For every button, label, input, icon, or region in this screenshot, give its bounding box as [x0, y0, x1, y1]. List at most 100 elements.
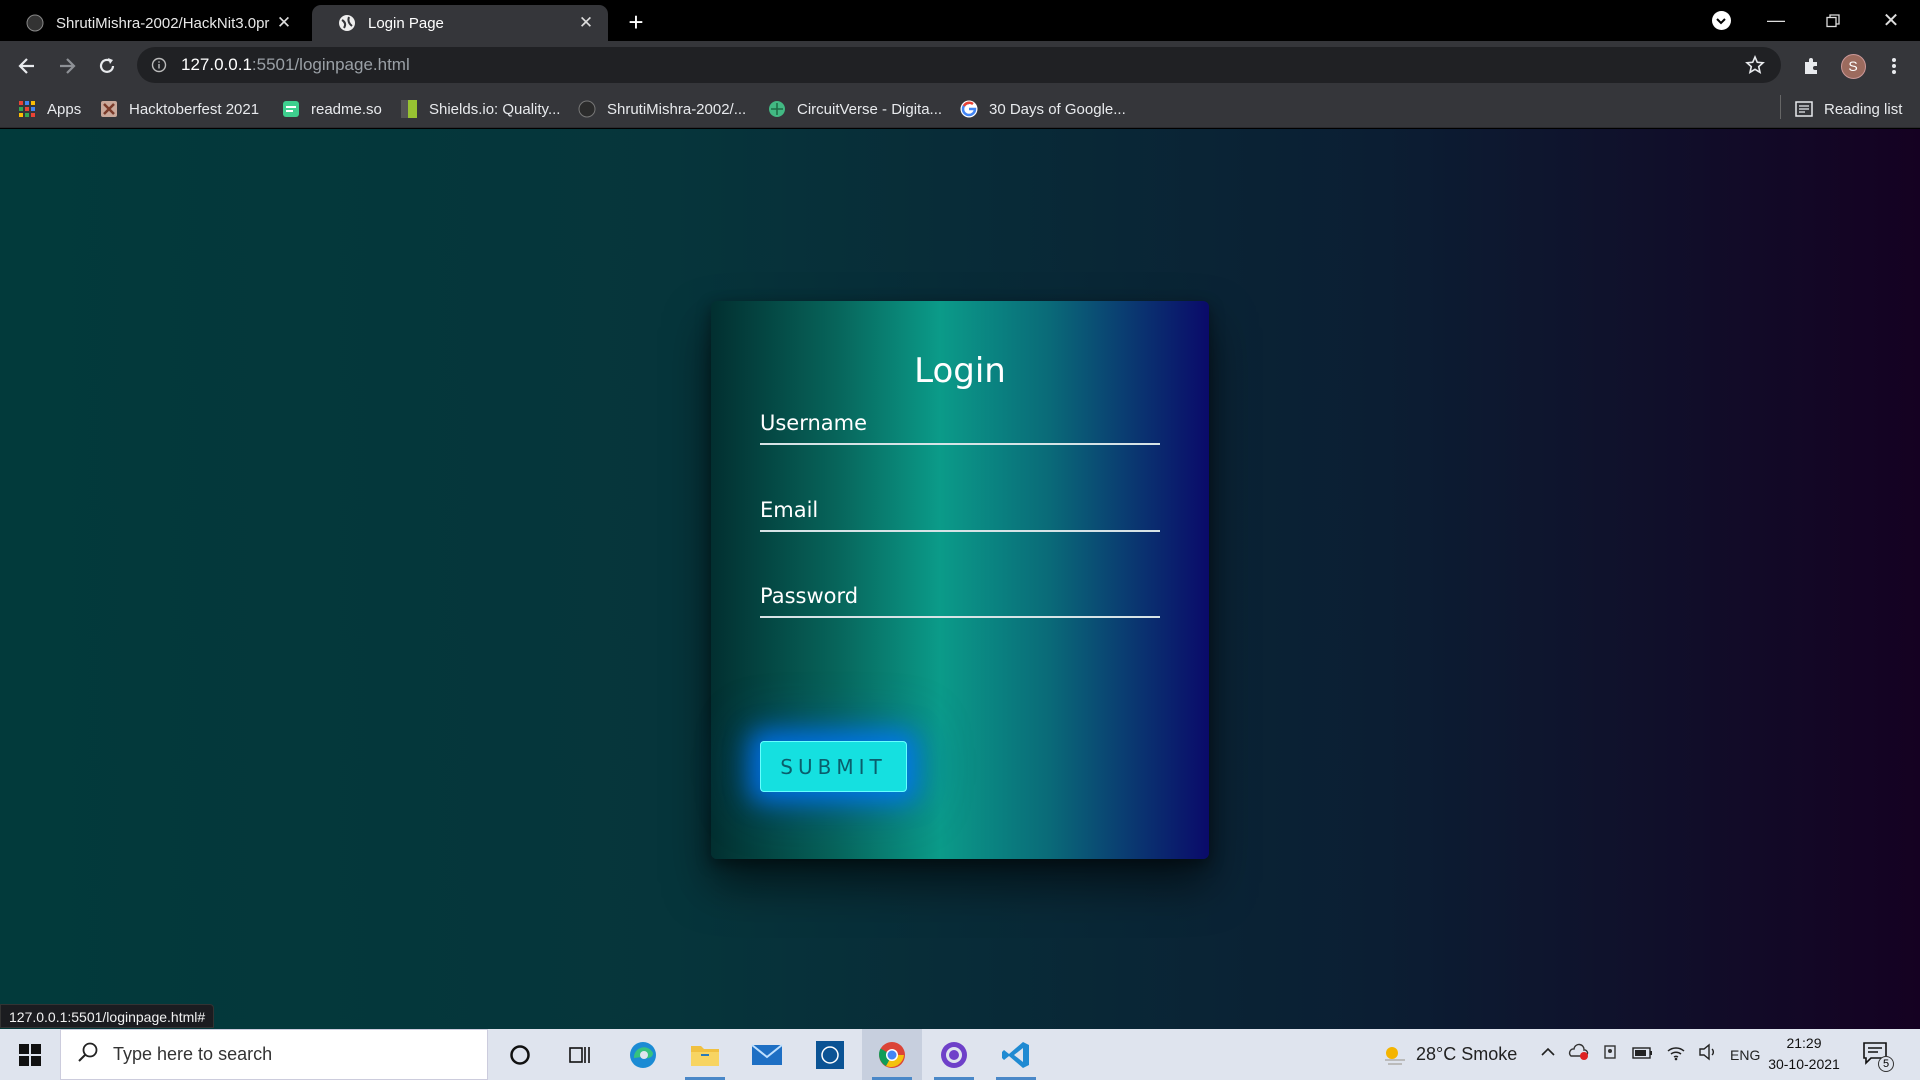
- tab-login-page[interactable]: Login Page ✕: [312, 5, 608, 41]
- apps-grid-icon: [18, 100, 36, 118]
- password-field[interactable]: Password: [760, 578, 1160, 618]
- notification-center-button[interactable]: 5: [1862, 1041, 1894, 1072]
- search-placeholder: Type here to search: [113, 1044, 273, 1064]
- github-icon: [26, 14, 44, 32]
- windows-logo-icon: [19, 1043, 41, 1066]
- bookmark-circuitverse[interactable]: CircuitVerse - Digita...: [768, 90, 942, 128]
- bookmarks-bar: Apps Hacktoberfest 2021 readme.so Shield…: [0, 90, 1920, 128]
- url-path: :5501/loginpage.html: [251, 55, 410, 74]
- address-url: 127.0.0.1:5501/loginpage.html: [181, 55, 410, 75]
- bookmark-google[interactable]: 30 Days of Google...: [960, 90, 1126, 128]
- bookmark-github[interactable]: ShrutiMishra-2002/...: [578, 90, 746, 128]
- github-icon: [578, 100, 596, 118]
- kebab-menu-icon: [1892, 58, 1896, 74]
- submit-button[interactable]: SUBMIT: [760, 741, 907, 792]
- readme-icon: [282, 100, 300, 118]
- windows-taskbar: Type here to search 28°C Smoke ENG 21:29…: [0, 1029, 1920, 1080]
- password-label: Password: [760, 584, 859, 608]
- username-field[interactable]: Username: [760, 405, 1160, 445]
- email-label: Email: [760, 498, 819, 522]
- taskbar-app-edge[interactable]: [613, 1029, 673, 1080]
- browser-toolbar: 127.0.0.1:5501/loginpage.html S: [0, 41, 1920, 90]
- reading-list-label: Reading list: [1824, 100, 1903, 118]
- tab-strip: ShrutiMishra-2002/HackNit3.0pr ✕ Login P…: [0, 0, 1920, 41]
- bookmark-label: Shields.io: Quality...: [429, 100, 561, 118]
- bookmark-label: CircuitVerse - Digita...: [797, 100, 943, 118]
- cortana-icon: [510, 1044, 530, 1065]
- bookmark-shields[interactable]: Shields.io: Quality...: [400, 90, 560, 128]
- bookmark-label: Hacktoberfest 2021: [129, 100, 260, 118]
- username-label: Username: [760, 411, 868, 435]
- info-icon[interactable]: [151, 57, 167, 73]
- system-tray: ENG: [1540, 1029, 1760, 1080]
- status-url: 127.0.0.1:5501/loginpage.html#: [0, 1004, 215, 1028]
- taskbar-app-chrome[interactable]: [862, 1029, 922, 1080]
- bookmark-label: 30 Days of Google...: [989, 100, 1126, 118]
- menu-button[interactable]: [1880, 52, 1908, 80]
- taskbar-clock[interactable]: 21:29 30-10-2021: [1760, 1033, 1848, 1075]
- meet-now-icon[interactable]: [1602, 1043, 1620, 1066]
- weather-haze-icon: [1385, 1046, 1405, 1065]
- bookmark-hacktoberfest[interactable]: Hacktoberfest 2021: [100, 90, 259, 128]
- avatar: S: [1840, 53, 1866, 79]
- google-icon: [960, 100, 978, 118]
- onedrive-error-icon[interactable]: [1568, 1043, 1590, 1066]
- circuitverse-icon: [768, 100, 786, 118]
- language-indicator[interactable]: ENG: [1730, 1047, 1760, 1063]
- taskbar-app-github-desktop[interactable]: [924, 1029, 984, 1080]
- folder-icon: [691, 1045, 719, 1066]
- window-close-button[interactable]: ✕: [1866, 0, 1916, 41]
- new-tab-button[interactable]: +: [622, 9, 650, 37]
- arrow-right-icon: [60, 58, 76, 74]
- email-field[interactable]: Email: [760, 492, 1160, 532]
- address-bar[interactable]: 127.0.0.1:5501/loginpage.html: [137, 47, 1781, 83]
- task-view-button[interactable]: [550, 1029, 610, 1080]
- task-view-icon: [569, 1046, 590, 1063]
- taskbar-app-vscode[interactable]: [986, 1029, 1046, 1080]
- arrow-left-icon: [18, 58, 34, 74]
- login-title: Login: [914, 351, 1006, 391]
- weather-widget[interactable]: 28°C Smoke: [1382, 1029, 1517, 1080]
- volume-icon[interactable]: [1698, 1043, 1718, 1066]
- star-icon[interactable]: [1745, 54, 1765, 80]
- clock-time: 21:29: [1786, 1035, 1822, 1051]
- taskbar-app-file-explorer[interactable]: [675, 1029, 735, 1080]
- profile-button[interactable]: S: [1839, 52, 1867, 80]
- taskbar-search-input[interactable]: Type here to search: [60, 1029, 488, 1080]
- close-icon[interactable]: ✕: [274, 13, 294, 33]
- close-icon[interactable]: ✕: [576, 13, 596, 33]
- bookmark-readme[interactable]: readme.so: [282, 90, 382, 128]
- taskbar-app-mail[interactable]: [737, 1029, 797, 1080]
- reload-button[interactable]: [92, 51, 122, 81]
- minimize-button[interactable]: —: [1753, 0, 1799, 41]
- tab-github-repo[interactable]: ShrutiMishra-2002/HackNit3.0pr ✕: [0, 5, 306, 41]
- reading-list-button[interactable]: Reading list: [1795, 90, 1902, 128]
- mail-icon: [751, 1043, 783, 1065]
- bookmark-label: ShrutiMishra-2002/...: [607, 100, 747, 118]
- battery-icon[interactable]: [1632, 1044, 1654, 1065]
- tab-title: Login Page: [368, 14, 444, 32]
- globe-icon: [338, 14, 356, 32]
- puzzle-icon: [1805, 58, 1817, 74]
- restore-button[interactable]: [1810, 0, 1856, 41]
- profile-dropdown-button[interactable]: [1704, 0, 1738, 41]
- back-button[interactable]: [12, 51, 42, 81]
- hacktoberfest-icon: [100, 100, 118, 118]
- dell-icon: [816, 1040, 844, 1069]
- cortana-button[interactable]: [490, 1029, 550, 1080]
- edge-icon: [630, 1041, 656, 1068]
- restore-icon: [1826, 13, 1840, 27]
- weather-text: 28°C Smoke: [1416, 1044, 1518, 1064]
- taskbar-app-dell[interactable]: [800, 1029, 860, 1080]
- start-button[interactable]: [0, 1029, 60, 1080]
- shields-icon: [400, 100, 418, 118]
- url-host: 127.0.0.1: [181, 55, 252, 74]
- bookmark-label: readme.so: [311, 100, 382, 118]
- bookmark-apps[interactable]: Apps: [18, 90, 81, 128]
- chevron-up-icon[interactable]: [1540, 1044, 1556, 1065]
- search-icon: [77, 1041, 99, 1068]
- reload-icon: [99, 58, 115, 73]
- forward-button[interactable]: [52, 51, 82, 81]
- extensions-button[interactable]: [1798, 52, 1826, 80]
- wifi-icon[interactable]: [1666, 1043, 1686, 1066]
